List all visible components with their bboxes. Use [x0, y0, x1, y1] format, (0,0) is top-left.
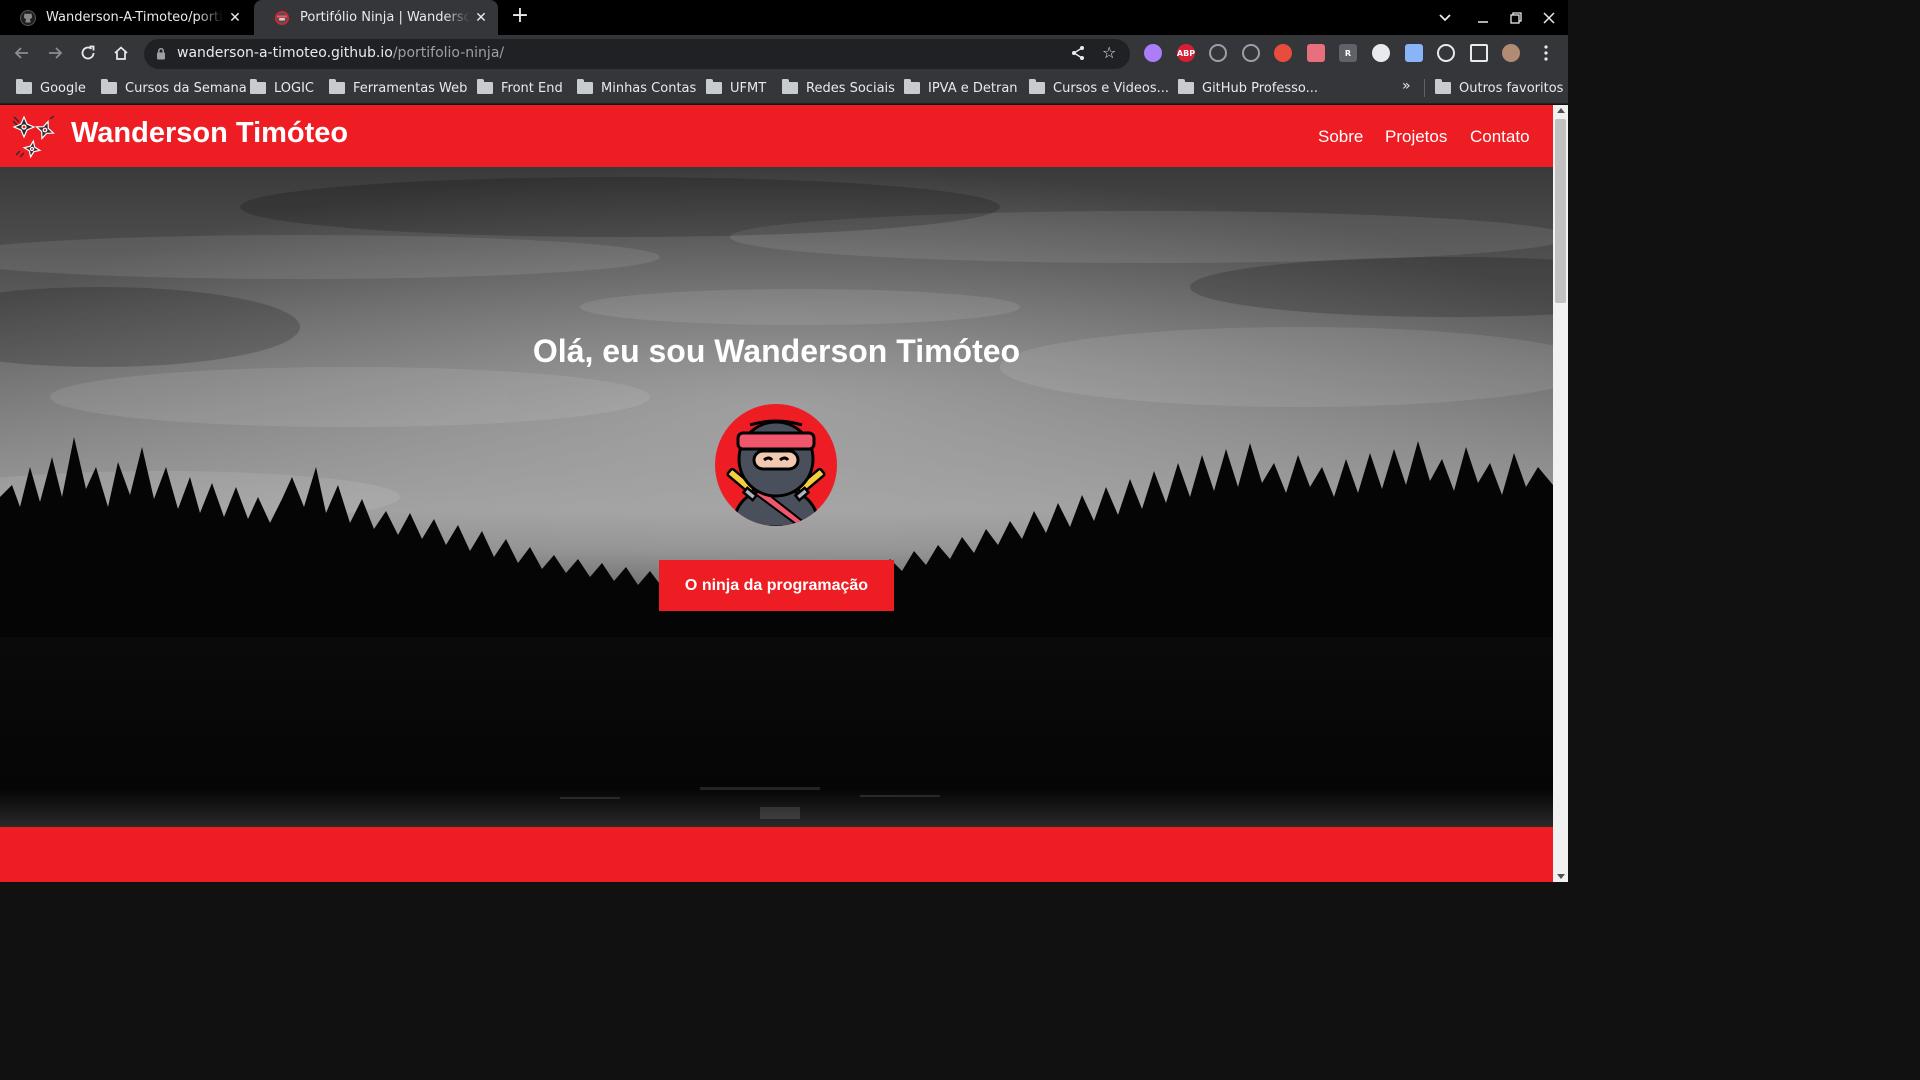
- back-button[interactable]: [9, 40, 35, 66]
- scroll-down-arrow-icon[interactable]: [1557, 874, 1565, 879]
- nav-link-projetos[interactable]: Projetos: [1385, 127, 1447, 147]
- folder-icon: [1178, 79, 1194, 94]
- tab-search-icon[interactable]: [1428, 0, 1462, 35]
- folder-icon: [329, 79, 345, 94]
- folder-icon: [101, 79, 117, 94]
- site-header: Wanderson Timóteo Sobre Projetos Contato: [0, 105, 1553, 167]
- bookmarks-bar: Google Cursos da Semana LOGIC Ferramentas W…: [0, 72, 1568, 104]
- folder-icon: [782, 79, 798, 94]
- home-icon: [114, 46, 128, 60]
- puzzle-icon[interactable]: [1437, 44, 1455, 62]
- back-arrow-icon: [14, 47, 28, 59]
- url-text[interactable]: wanderson-a-timoteo.github.io/portifolio…: [177, 45, 504, 61]
- folder-icon: [706, 79, 722, 94]
- bookmark-star-icon[interactable]: ☆: [1102, 43, 1116, 62]
- scrollbar-thumb[interactable]: [1555, 119, 1566, 303]
- browser-menu-button[interactable]: [1533, 40, 1559, 66]
- folder-icon: [1435, 79, 1451, 94]
- bookmark-label: Cursos da Semana: [125, 80, 247, 96]
- bookmark-item[interactable]: Ferramentas Web: [329, 79, 467, 97]
- url-host: wanderson-a-timoteo.github.io: [177, 45, 393, 61]
- bookmark-item[interactable]: Redes Sociais: [782, 79, 895, 97]
- bookmark-item[interactable]: LOGIC: [250, 79, 314, 97]
- bookmark-item[interactable]: Front End: [477, 79, 563, 97]
- scroll-up-arrow-icon[interactable]: [1557, 108, 1565, 113]
- kebab-menu-icon: [1544, 45, 1548, 61]
- folder-icon: [1029, 79, 1045, 94]
- new-tab-button[interactable]: +: [509, 5, 531, 28]
- bookmark-other-favorites[interactable]: Outros favoritos: [1435, 79, 1563, 97]
- bookmarks-separator: [1424, 79, 1425, 97]
- folder-icon: [16, 79, 32, 94]
- bookmark-label: LOGIC: [274, 80, 314, 96]
- close-tab-icon[interactable]: ✕: [470, 10, 492, 26]
- tab-title: Portifólio Ninja | Wanderson Timóteo: [300, 10, 470, 25]
- arrow-extension-icon[interactable]: [1307, 44, 1325, 62]
- minimize-icon[interactable]: [1466, 0, 1500, 35]
- bookmark-label: Google: [40, 80, 86, 96]
- lock-icon[interactable]: [156, 47, 166, 60]
- bookmark-item[interactable]: Cursos e Videos...: [1029, 79, 1169, 97]
- tab-portfolio-active[interactable]: Portifólio Ninja | Wanderson Timóteo ✕: [254, 0, 498, 35]
- close-tab-icon[interactable]: ✕: [224, 10, 246, 26]
- reload-button[interactable]: [75, 40, 101, 66]
- bookmarks-overflow-button[interactable]: »: [1402, 78, 1411, 94]
- shuriken-logo-icon[interactable]: [10, 113, 58, 161]
- folder-icon: [577, 79, 593, 94]
- bookmark-label: Outros favoritos: [1459, 80, 1564, 96]
- browser-toolbar: wanderson-a-timoteo.github.io/portifolio…: [0, 35, 1568, 72]
- address-bar[interactable]: wanderson-a-timoteo.github.io/portifolio…: [144, 39, 1130, 69]
- bookmark-label: IPVA e Detran: [928, 80, 1018, 96]
- bookmark-label: Front End: [501, 80, 563, 96]
- adblock-plus-icon[interactable]: ABP: [1177, 44, 1195, 62]
- close-window-icon[interactable]: [1532, 0, 1566, 35]
- blocker-icon[interactable]: [1144, 44, 1162, 62]
- share-icon[interactable]: [1070, 45, 1086, 61]
- reader-icon[interactable]: R: [1339, 44, 1357, 62]
- cta-button[interactable]: O ninja da programação: [659, 560, 894, 611]
- home-button[interactable]: [108, 40, 134, 66]
- bookmark-label: Cursos e Videos...: [1053, 80, 1170, 96]
- folder-icon: [477, 79, 493, 94]
- nav-link-contato[interactable]: Contato: [1470, 127, 1530, 147]
- react-devtools-icon[interactable]: [1209, 44, 1227, 62]
- hero-section: Olá, eu sou Wanderson Timóteo O ninja da…: [0, 167, 1553, 827]
- bookmark-label: Redes Sociais: [806, 80, 895, 96]
- ninja-avatar: [715, 404, 837, 526]
- bookmark-item[interactable]: Minhas Contas: [577, 79, 696, 97]
- site-title[interactable]: Wanderson Timóteo: [71, 117, 348, 150]
- page-viewport: Wanderson Timóteo Sobre Projetos Contato: [0, 105, 1553, 882]
- forward-arrow-icon: [49, 47, 63, 59]
- url-path: /portifolio-ninja/: [392, 45, 505, 61]
- forward-button[interactable]: [42, 40, 68, 66]
- bookmark-item[interactable]: Cursos da Semana: [101, 79, 247, 97]
- bookmark-label: GitHub Professo...: [1202, 80, 1319, 96]
- tab-github[interactable]: Wanderson-A-Timoteo/portifolio-ninja ✕: [0, 0, 252, 35]
- hero-title: Olá, eu sou Wanderson Timóteo: [532, 333, 1021, 369]
- bookmark-item[interactable]: GitHub Professo...: [1178, 79, 1318, 97]
- page-scrollbar[interactable]: [1553, 105, 1568, 882]
- sidebar-icon[interactable]: [1470, 44, 1488, 62]
- nav-link-sobre[interactable]: Sobre: [1318, 127, 1363, 147]
- bookmark-item[interactable]: IPVA e Detran: [904, 79, 1018, 97]
- bookmark-label: Ferramentas Web: [353, 80, 468, 96]
- browser-tab-strip: Wanderson-A-Timoteo/portifolio-ninja ✕ P…: [0, 0, 1568, 35]
- reload-icon: [81, 45, 95, 60]
- folder-icon: [904, 79, 920, 94]
- clipboard-extension-icon[interactable]: [1405, 44, 1423, 62]
- gear-extension-icon[interactable]: [1242, 44, 1260, 62]
- tab-title: Wanderson-A-Timoteo/portifolio-ninja: [46, 10, 224, 25]
- bookmark-item[interactable]: UFMT: [706, 79, 766, 97]
- folder-icon: [250, 79, 266, 94]
- ninja-favicon: [275, 10, 289, 25]
- restore-icon[interactable]: [1499, 0, 1533, 35]
- bookmark-item[interactable]: Google: [16, 79, 86, 97]
- color-picker-icon[interactable]: [1274, 44, 1292, 62]
- circle-extension-icon[interactable]: [1372, 44, 1390, 62]
- section-divider-band: [0, 827, 1553, 882]
- bookmark-label: Minhas Contas: [601, 80, 697, 96]
- github-icon: [20, 9, 36, 26]
- bookmark-label: UFMT: [730, 80, 767, 96]
- profile-avatar[interactable]: [1502, 44, 1520, 62]
